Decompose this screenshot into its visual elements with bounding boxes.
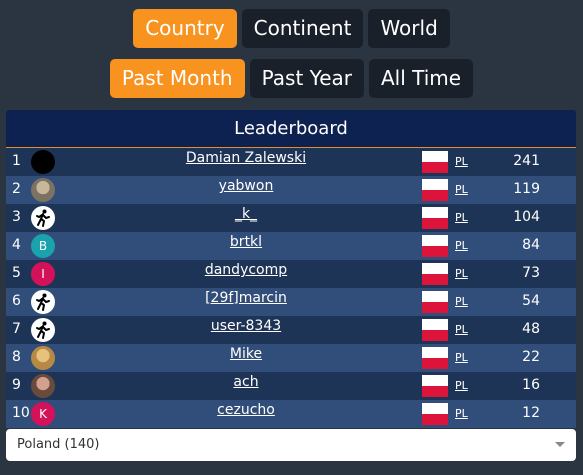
flag-pl-icon[interactable] (422, 207, 448, 229)
player-name-link[interactable]: brtkl (156, 234, 336, 250)
player-name-link[interactable]: yabwon (156, 178, 336, 194)
player-name-link[interactable]: ach (156, 374, 336, 390)
period-tabs: Past Month Past Year All Time (0, 59, 583, 98)
avatar-letter: K (39, 407, 47, 421)
flag-pl-icon[interactable] (422, 403, 448, 425)
score: 16 (522, 377, 540, 393)
table-row: 1 Damian Zalewski PL 241 (6, 148, 576, 176)
player-name-link[interactable]: [29f]marcin (156, 290, 336, 306)
player-name-link[interactable]: Damian Zalewski (156, 150, 336, 166)
country-code-link[interactable]: PL (455, 267, 468, 280)
runner-avatar-icon (31, 206, 55, 230)
player-name-link[interactable]: _k_ (156, 206, 336, 222)
tab-continent[interactable]: Continent (241, 9, 364, 48)
player-name-link[interactable]: dandycomp (156, 262, 336, 278)
country-code-link[interactable]: PL (455, 155, 468, 168)
table-row: 6 [29f]marcin PL 54 (6, 288, 576, 316)
rank: 5 (12, 265, 21, 281)
player-name-link[interactable]: cezucho (156, 402, 336, 418)
avatar (31, 374, 55, 398)
leaderboard-rows: 1 Damian Zalewski PL 241 2 yabwon PL 119 3 _k_ PL 1… (6, 148, 576, 428)
country-code-link[interactable]: PL (455, 379, 468, 392)
rank: 9 (12, 377, 21, 393)
flag-pl-icon[interactable] (422, 151, 448, 173)
chevron-down-icon (555, 442, 565, 447)
runner-avatar-icon (31, 318, 55, 342)
country-code-link[interactable]: PL (455, 211, 468, 224)
table-row: 4 Bbrtkl PL 84 (6, 232, 576, 260)
avatar: K (31, 402, 55, 426)
tab-past-year[interactable]: Past Year (249, 59, 364, 98)
score: 12 (522, 405, 540, 421)
country-select-value: Poland (140) (17, 437, 100, 452)
table-row: 7 user-8343 PL 48 (6, 316, 576, 344)
flag-pl-icon[interactable] (422, 235, 448, 257)
score: 48 (522, 321, 540, 337)
country-select[interactable]: Poland (140) (6, 429, 576, 461)
rank: 6 (12, 293, 21, 309)
flag-pl-icon[interactable] (422, 179, 448, 201)
table-row: 9 ach PL 16 (6, 372, 576, 400)
rank: 1 (12, 153, 21, 169)
score: 119 (513, 181, 540, 197)
country-code-link[interactable]: PL (455, 183, 468, 196)
table-row: 8 Mike PL 22 (6, 344, 576, 372)
avatar (31, 178, 55, 202)
table-row: 5 Idandycomp PL 73 (6, 260, 576, 288)
tab-world[interactable]: World (368, 9, 450, 48)
player-name-link[interactable]: user-8343 (156, 318, 336, 334)
leaderboard: Leaderboard 1 Damian Zalewski PL 241 2 yabwon… (6, 110, 576, 428)
avatar (31, 346, 55, 370)
country-code-link[interactable]: PL (455, 407, 468, 420)
tab-all-time[interactable]: All Time (369, 59, 474, 98)
rank: 3 (12, 209, 21, 225)
leaderboard-title: Leaderboard (6, 110, 576, 148)
rank: 10 (12, 405, 30, 421)
rank: 7 (12, 321, 21, 337)
table-row: 3 _k_ PL 104 (6, 204, 576, 232)
tab-country[interactable]: Country (133, 9, 237, 48)
avatar-letter: I (41, 267, 45, 281)
table-row: 2 yabwon PL 119 (6, 176, 576, 204)
score: 241 (513, 153, 540, 169)
country-code-link[interactable]: PL (455, 295, 468, 308)
score: 22 (522, 349, 540, 365)
flag-pl-icon[interactable] (422, 291, 448, 313)
rank: 2 (12, 181, 21, 197)
tab-past-month[interactable]: Past Month (109, 59, 245, 98)
score: 104 (513, 209, 540, 225)
flag-pl-icon[interactable] (422, 375, 448, 397)
score: 84 (522, 237, 540, 253)
flag-pl-icon[interactable] (422, 263, 448, 285)
runner-avatar-icon (31, 290, 55, 314)
scope-tabs: Country Continent World (0, 9, 583, 48)
country-code-link[interactable]: PL (455, 323, 468, 336)
player-name-link[interactable]: Mike (156, 346, 336, 362)
country-code-link[interactable]: PL (455, 351, 468, 364)
score: 54 (522, 293, 540, 309)
flag-pl-icon[interactable] (422, 319, 448, 341)
avatar: I (31, 262, 55, 286)
score: 73 (522, 265, 540, 281)
country-code-link[interactable]: PL (455, 239, 468, 252)
avatar-letter: B (38, 239, 48, 253)
flag-pl-icon[interactable] (422, 347, 448, 369)
rank: 4 (12, 237, 21, 253)
table-row: 10 Kcezucho PL 12 (6, 400, 576, 428)
rank: 8 (12, 349, 21, 365)
avatar: B (31, 234, 55, 258)
avatar (31, 150, 55, 174)
